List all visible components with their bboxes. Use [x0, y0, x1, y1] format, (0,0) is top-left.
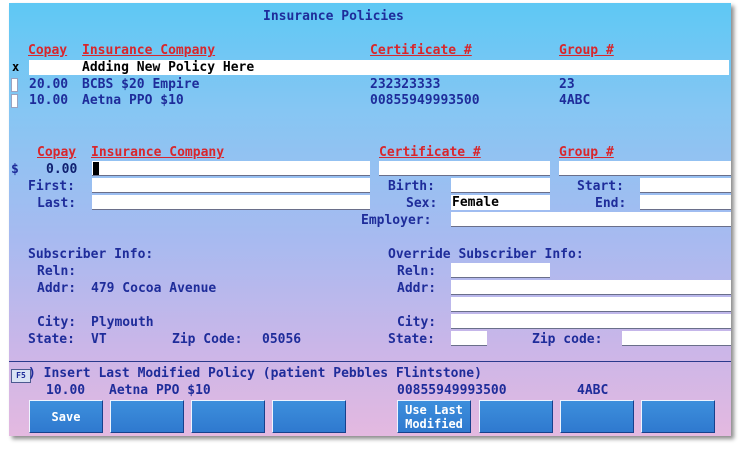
- override-zip-input[interactable]: [622, 331, 731, 346]
- override-addr-label: Addr:: [397, 281, 437, 296]
- birth-input[interactable]: [451, 178, 550, 193]
- end-date-input[interactable]: [640, 195, 731, 210]
- list-header-group: Group #: [559, 43, 614, 58]
- first-name-label: First:: [28, 179, 75, 194]
- subscriber-city-label: City:: [37, 315, 77, 330]
- override-city-input[interactable]: [451, 314, 731, 329]
- function-button-6[interactable]: [479, 400, 553, 433]
- subscriber-reln-label: Reln:: [37, 264, 77, 279]
- form-header-company: Insurance Company: [91, 145, 225, 160]
- list-row-certificate: 232323333: [370, 77, 441, 92]
- employer-input[interactable]: [451, 212, 731, 227]
- currency-symbol: $: [11, 162, 19, 177]
- save-button-label: Save: [51, 409, 81, 424]
- override-reln-label: Reln:: [397, 264, 437, 279]
- override-addr2-input[interactable]: [451, 297, 731, 312]
- override-subscriber-title: Override Subscriber Info:: [388, 247, 584, 262]
- list-row[interactable]: 10.00 Aetna PPO $10 00855949993500 4ABC: [29, 93, 729, 110]
- row-marker[interactable]: [11, 94, 18, 108]
- subscriber-state-label: State:: [28, 332, 75, 347]
- company-input[interactable]: [92, 161, 370, 176]
- list-header-copay: Copay: [28, 43, 68, 58]
- use-last-modified-button[interactable]: Use Last Modified: [397, 400, 471, 433]
- insert-copay: 10.00: [46, 383, 86, 398]
- subscriber-zip-value: 05056: [262, 332, 302, 347]
- list-row[interactable]: 20.00 BCBS $20 Empire 232323333 23: [29, 77, 729, 94]
- list-row-company: Adding New Policy Here: [82, 60, 255, 75]
- list-row-group: 23: [559, 77, 575, 92]
- insert-certificate: 00855949993500: [397, 383, 507, 398]
- function-button-7[interactable]: [560, 400, 634, 433]
- subscriber-info-title: Subscriber Info:: [28, 247, 154, 262]
- first-name-input[interactable]: [92, 178, 370, 193]
- insert-group: 4ABC: [577, 383, 609, 398]
- list-row-certificate: 00855949993500: [370, 93, 480, 108]
- row-marker[interactable]: [11, 78, 18, 92]
- sex-label: Sex:: [406, 196, 438, 211]
- list-row-copay: 10.00: [29, 93, 69, 108]
- function-button-3[interactable]: [191, 400, 265, 433]
- last-name-label: Last:: [37, 196, 77, 211]
- subscriber-zip-label: Zip Code:: [172, 332, 243, 347]
- insert-last-modified-link[interactable]: ) Insert Last Modified Policy (patient P…: [28, 366, 482, 381]
- override-zip-label: Zip code:: [532, 332, 603, 347]
- use-last-modified-line1: Use Last: [405, 402, 463, 417]
- insert-company: Aetna PPO $10: [109, 383, 211, 398]
- form-header-copay: Copay: [37, 145, 77, 160]
- list-row-company: Aetna PPO $10: [82, 93, 184, 108]
- subscriber-addr-label: Addr:: [37, 281, 77, 296]
- insurance-policies-window: Insurance Policies Copay Insurance Compa…: [9, 3, 731, 436]
- function-button-8[interactable]: [641, 400, 715, 433]
- form-header-certificate: Certificate #: [379, 145, 481, 160]
- function-button-2[interactable]: [110, 400, 184, 433]
- employer-label: Employer:: [361, 213, 432, 228]
- list-header-certificate: Certificate #: [370, 43, 472, 58]
- row-marker[interactable]: x: [12, 60, 19, 75]
- subscriber-addr-value: 479 Cocoa Avenue: [91, 281, 217, 296]
- birth-label: Birth:: [388, 179, 435, 194]
- end-label: End:: [595, 196, 627, 211]
- function-button-4[interactable]: [272, 400, 346, 433]
- group-input[interactable]: [559, 161, 731, 176]
- subscriber-city-value: Plymouth: [91, 315, 154, 330]
- save-button[interactable]: Save: [29, 400, 103, 433]
- certificate-input[interactable]: [379, 161, 550, 176]
- override-city-label: City:: [397, 315, 437, 330]
- list-row-company: BCBS $20 Empire: [82, 77, 200, 92]
- last-name-input[interactable]: [92, 195, 370, 210]
- list-row-group: 4ABC: [559, 93, 591, 108]
- copay-input[interactable]: 0.00: [46, 162, 77, 177]
- override-state-label: State:: [388, 332, 435, 347]
- window-title: Insurance Policies: [263, 9, 404, 24]
- subscriber-state-value: VT: [91, 332, 107, 347]
- override-addr-input[interactable]: [451, 280, 731, 295]
- start-date-input[interactable]: [640, 178, 731, 193]
- text-cursor: [93, 162, 99, 175]
- use-last-modified-line2: Modified: [405, 416, 463, 431]
- override-state-input[interactable]: [451, 331, 487, 346]
- list-row-copay: 20.00: [29, 77, 69, 92]
- list-header-company: Insurance Company: [82, 43, 216, 58]
- override-reln-input[interactable]: [451, 263, 550, 278]
- sex-input[interactable]: Female: [451, 195, 550, 210]
- form-header-group: Group #: [559, 145, 614, 160]
- divider: [9, 361, 731, 362]
- start-label: Start:: [577, 179, 624, 194]
